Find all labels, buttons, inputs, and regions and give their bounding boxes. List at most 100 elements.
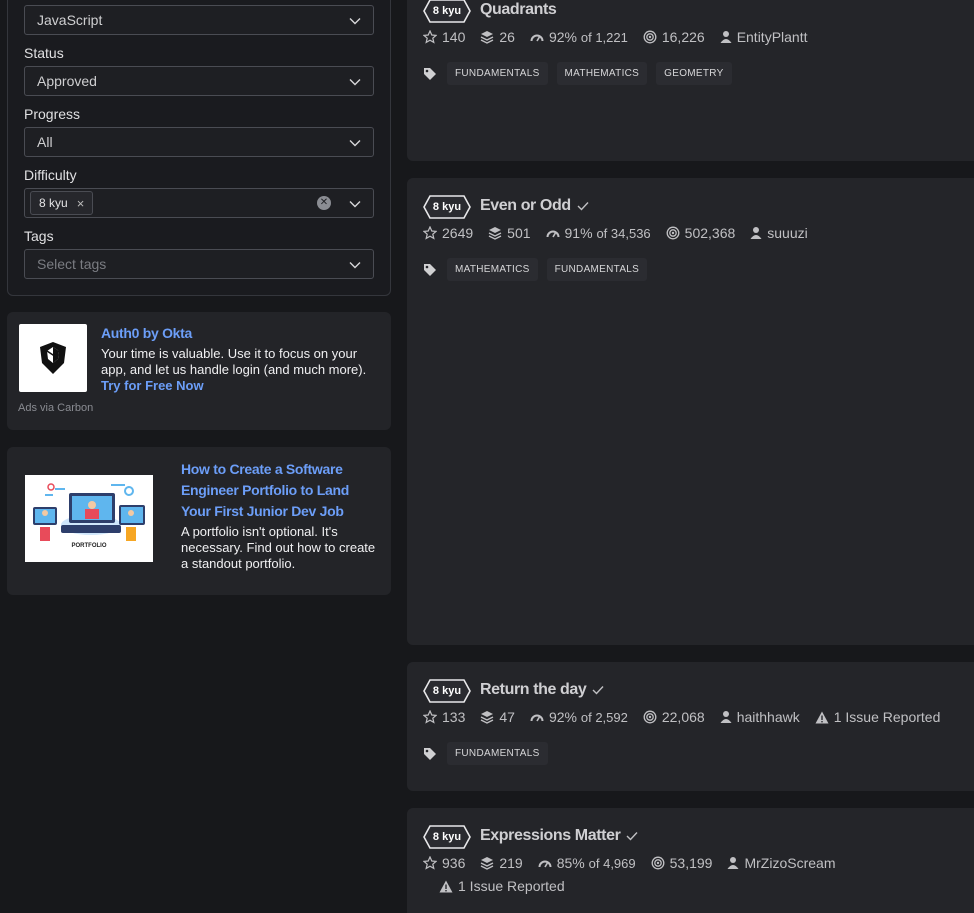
stat-completions: 53,199 bbox=[651, 855, 712, 871]
kata-title-text: Expressions Matter bbox=[480, 827, 621, 844]
kyu-label: 8 kyu bbox=[432, 5, 462, 17]
kata-stats: 2649 501 91% of 34,536 502,368 suuuzi bbox=[423, 225, 823, 241]
stat-collections: 26 bbox=[480, 29, 515, 45]
stat-author[interactable]: suuuzi bbox=[750, 225, 808, 241]
kata-title-link[interactable]: Return the day bbox=[480, 681, 604, 699]
difficulty-select[interactable]: 8 kyu × ✕ bbox=[24, 188, 374, 218]
check-icon bbox=[592, 686, 604, 695]
stat-collections: 47 bbox=[480, 709, 515, 725]
author-name[interactable]: suuuzi bbox=[767, 225, 807, 241]
progress-label: Progress bbox=[24, 106, 81, 122]
stat-author[interactable]: EntityPlantt bbox=[720, 29, 808, 45]
stat-completions: 16,226 bbox=[643, 29, 705, 45]
star-icon bbox=[423, 710, 437, 724]
tag[interactable]: MATHEMATICS bbox=[447, 258, 538, 281]
collections-count: 501 bbox=[507, 225, 531, 241]
stat-author[interactable]: MrZizoScream bbox=[727, 855, 835, 871]
author-name[interactable]: EntityPlantt bbox=[737, 29, 808, 45]
tag[interactable]: GEOMETRY bbox=[656, 62, 732, 85]
promo-box[interactable]: PORTFOLIO How to Create a Software Engin… bbox=[7, 447, 391, 595]
language-select[interactable]: JavaScript bbox=[24, 5, 374, 35]
kyu-label: 8 kyu bbox=[432, 685, 462, 697]
layers-icon bbox=[481, 857, 494, 870]
kata-title-text: Even or Odd bbox=[480, 197, 571, 214]
stat-author[interactable]: haithhawk bbox=[720, 709, 800, 725]
kata-title-link[interactable]: Even or Odd bbox=[480, 197, 589, 215]
progress-select-value: All bbox=[37, 134, 53, 150]
difficulty-label: Difficulty bbox=[24, 167, 77, 183]
stat-satisfaction: 91% of 34,536 bbox=[546, 225, 651, 241]
kata-tags: FUNDAMENTALS bbox=[423, 742, 557, 765]
kata-card: 8 kyu Return the day 133 47 92% of 2,592… bbox=[407, 662, 974, 791]
collections-count: 219 bbox=[499, 855, 523, 871]
stat-completions: 22,068 bbox=[643, 709, 705, 725]
chevron-down-icon bbox=[349, 18, 361, 25]
stat-satisfaction: 92% of 2,592 bbox=[530, 709, 628, 725]
issues-text[interactable]: 1 Issue Reported bbox=[834, 709, 941, 725]
ads-via-carbon[interactable]: Ads via Carbon bbox=[18, 402, 93, 414]
tags-select[interactable]: Select tags bbox=[24, 249, 374, 279]
satisfaction-percent: 85% bbox=[556, 855, 585, 871]
stars-count: 2649 bbox=[442, 225, 474, 241]
chevron-down-icon bbox=[349, 201, 361, 208]
gauge-icon bbox=[530, 714, 544, 722]
star-icon bbox=[423, 30, 437, 44]
collections-count: 26 bbox=[499, 29, 515, 45]
star-icon bbox=[423, 856, 437, 870]
portfolio-illustration[interactable]: PORTFOLIO bbox=[25, 475, 153, 562]
stat-issues[interactable]: 1 Issue Reported bbox=[439, 878, 565, 894]
kyu-badge: 8 kyu bbox=[423, 195, 471, 219]
auth0-logo[interactable] bbox=[19, 324, 87, 392]
progress-select[interactable]: All bbox=[24, 127, 374, 157]
stat-satisfaction: 85% of 4,969 bbox=[538, 855, 636, 871]
clear-icon[interactable]: ✕ bbox=[317, 196, 331, 210]
chip-remove-icon[interactable]: × bbox=[77, 196, 85, 211]
tags-label: Tags bbox=[24, 228, 54, 244]
stars-count: 133 bbox=[442, 709, 466, 725]
satisfaction-votes: of 1,221 bbox=[580, 29, 628, 45]
kata-card: 8 kyu Expressions Matter 936 219 85% of … bbox=[407, 808, 974, 913]
chevron-down-icon bbox=[349, 79, 361, 86]
issues-text[interactable]: 1 Issue Reported bbox=[458, 878, 565, 894]
tag[interactable]: MATHEMATICS bbox=[556, 62, 648, 85]
tag[interactable]: FUNDAMENTALS bbox=[447, 742, 548, 765]
ad-cta-link[interactable]: Try for Free Now bbox=[101, 378, 204, 393]
target-icon bbox=[643, 710, 657, 724]
stat-completions: 502,368 bbox=[666, 225, 735, 241]
status-select[interactable]: Approved bbox=[24, 66, 374, 96]
tag-icon bbox=[424, 67, 436, 80]
tag[interactable]: FUNDAMENTALS bbox=[546, 258, 648, 281]
stat-stars: 2649 bbox=[423, 225, 473, 241]
gauge-icon bbox=[538, 860, 552, 868]
kata-stats: 140 26 92% of 1,221 16,226 EntityPlantt bbox=[423, 29, 823, 45]
kata-title-link[interactable]: Quadrants bbox=[480, 1, 557, 19]
collections-count: 47 bbox=[499, 709, 515, 725]
satisfaction-percent: 92% bbox=[548, 709, 577, 725]
author-name[interactable]: haithhawk bbox=[737, 709, 800, 725]
star-icon bbox=[423, 226, 437, 240]
satisfaction-votes: of 2,592 bbox=[580, 709, 628, 725]
kata-title-link[interactable]: Expressions Matter bbox=[480, 827, 638, 845]
layers-icon bbox=[481, 31, 494, 44]
satisfaction-percent: 91% bbox=[564, 225, 593, 241]
tag[interactable]: FUNDAMENTALS bbox=[447, 62, 548, 85]
ad-title[interactable]: Auth0 by Okta bbox=[101, 325, 192, 341]
target-icon bbox=[651, 856, 665, 870]
promo-title[interactable]: How to Create a Software Engineer Portfo… bbox=[181, 459, 381, 522]
ad-text: Your time is valuable. Use it to focus o… bbox=[101, 346, 383, 394]
kata-stats: 133 47 92% of 2,592 22,068 haithhawk 1 I… bbox=[423, 709, 955, 725]
warning-icon bbox=[439, 880, 453, 892]
kata-card: 8 kyu Quadrants 140 26 92% of 1,221 16,2… bbox=[407, 0, 974, 161]
stat-stars: 936 bbox=[423, 855, 465, 871]
kyu-label: 8 kyu bbox=[432, 831, 462, 843]
completions-count: 16,226 bbox=[661, 29, 705, 45]
satisfaction-votes: of 4,969 bbox=[588, 855, 636, 871]
shield-icon bbox=[40, 342, 66, 374]
author-name[interactable]: MrZizoScream bbox=[744, 855, 835, 871]
stat-collections: 219 bbox=[480, 855, 523, 871]
kata-tags: MATHEMATICS FUNDAMENTALS bbox=[423, 258, 656, 281]
kata-title-text: Quadrants bbox=[480, 1, 557, 18]
stat-satisfaction: 92% of 1,221 bbox=[530, 29, 628, 45]
stat-issues[interactable]: 1 Issue Reported bbox=[815, 709, 941, 725]
carbon-ad[interactable]: Auth0 by Okta Your time is valuable. Use… bbox=[7, 312, 391, 430]
